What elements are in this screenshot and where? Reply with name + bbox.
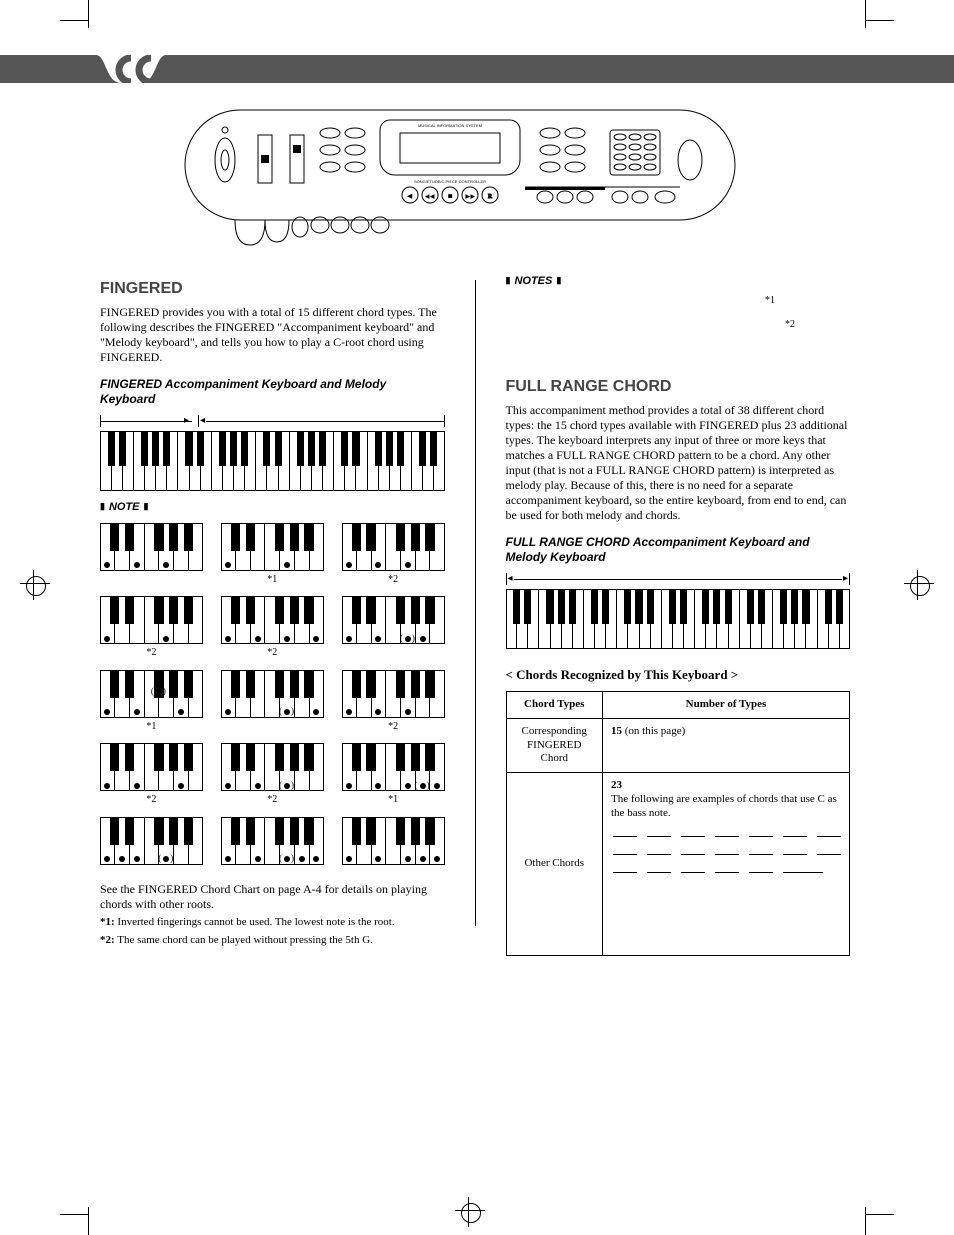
music-staff-row [613, 828, 841, 838]
chord-diagram: *2 [100, 743, 203, 807]
chord-footnote-marker: *2 [342, 574, 445, 587]
notes-star1: *1 [765, 295, 775, 308]
fingered-full-keyboard [100, 431, 445, 491]
product-diagram: MUSICAL INFORMATION SYSTEM SONG/ETUDE/C.… [180, 105, 740, 255]
chord-diagram: ()*1 [100, 670, 203, 734]
left-column: FINGERED FINGERED provides you with a to… [100, 275, 445, 956]
chord-footnote-marker: *2 [221, 794, 324, 807]
frc-bracket: ◂ ▸ [506, 571, 851, 587]
notes-star2: *2 [785, 319, 795, 332]
chord-diagram: () [221, 817, 324, 868]
chord-diagram: *1 [221, 523, 324, 587]
chord-footnote-marker: *1 [221, 574, 324, 587]
chord-diagram: *2 [342, 670, 445, 734]
svg-text:SONG/ETUDE/C.PIECE CONTROLLER: SONG/ETUDE/C.PIECE CONTROLLER [414, 179, 486, 184]
frc-intro: This accompaniment method provides a tot… [506, 403, 851, 523]
chord-types-table: Chord Types Number of Types Correspondin… [506, 691, 851, 956]
th-number: Number of Types [603, 692, 850, 719]
chord-footnote-marker: *2 [100, 794, 203, 807]
frc-sub: FULL RANGE CHORD Accompaniment Keyboard … [506, 535, 851, 565]
table-caption: < Chords Recognized by This Keyboard > [506, 667, 851, 683]
th-chord-types: Chord Types [506, 692, 603, 719]
td-fingered-label: Corresponding FINGERED Chord [506, 718, 603, 772]
td-other-content: 23 The following are examples of chords … [603, 773, 850, 956]
kbd-split-bracket: ▸ ◂ [100, 413, 445, 429]
td-other-label: Other Chords [506, 773, 603, 956]
td-fingered-count: 15 (on this page) [603, 718, 850, 772]
chord-diagram: () [221, 670, 324, 734]
footnote-1: *1: Inverted fingerings cannot be used. … [100, 916, 445, 930]
fingered-sub: FINGERED Accompaniment Keyboard and Melo… [100, 377, 445, 407]
svg-text:MUSICAL INFORMATION SYSTEM: MUSICAL INFORMATION SYSTEM [418, 123, 482, 128]
chord-footnote-marker: *2 [342, 721, 445, 734]
chord-diagram [342, 817, 445, 868]
after-grid-text: See the FINGERED Chord Chart on page A-4… [100, 882, 445, 912]
footnote-2: *2: The same chord can be played without… [100, 934, 445, 948]
svg-text:R: R [488, 194, 492, 200]
chord-footnote-marker: *2 [221, 647, 324, 660]
music-staff-row [613, 864, 841, 874]
chord-diagram: ()*2 [221, 743, 324, 807]
chord-footnote-marker: *1 [100, 721, 203, 734]
chord-footnote-marker: *1 [342, 794, 445, 807]
svg-text:►►: ►► [465, 195, 475, 200]
note-label: NOTE [100, 501, 445, 515]
svg-text:◄: ◄ [407, 194, 413, 200]
chord-diagram: () [342, 596, 445, 660]
svg-text:◄◄: ◄◄ [425, 195, 435, 200]
header-tab [96, 55, 166, 83]
frc-heading: FULL RANGE CHORD [506, 377, 851, 397]
chord-diagram: *2 [342, 523, 445, 587]
right-column: NOTES *1 *2 FULL RANGE CHORD This accomp… [506, 275, 851, 956]
chord-diagram: *2 [221, 596, 324, 660]
chord-diagram: () [100, 817, 203, 868]
frc-full-keyboard [506, 589, 851, 649]
chord-diagram: *2 [100, 596, 203, 660]
chord-diagram-grid: *1*2*2*2()()*1()*2*2()*2()*1()() [100, 523, 445, 868]
chord-footnote-marker: *2 [100, 647, 203, 660]
music-staff-row [613, 846, 841, 856]
fingered-intro: FINGERED provides you with a total of 15… [100, 305, 445, 365]
fingered-heading: FINGERED [100, 279, 445, 299]
notes-label: NOTES [506, 275, 851, 289]
chord-diagram: ()*1 [342, 743, 445, 807]
column-divider [475, 280, 476, 926]
chord-diagram [100, 523, 203, 587]
svg-text:■: ■ [448, 194, 452, 200]
